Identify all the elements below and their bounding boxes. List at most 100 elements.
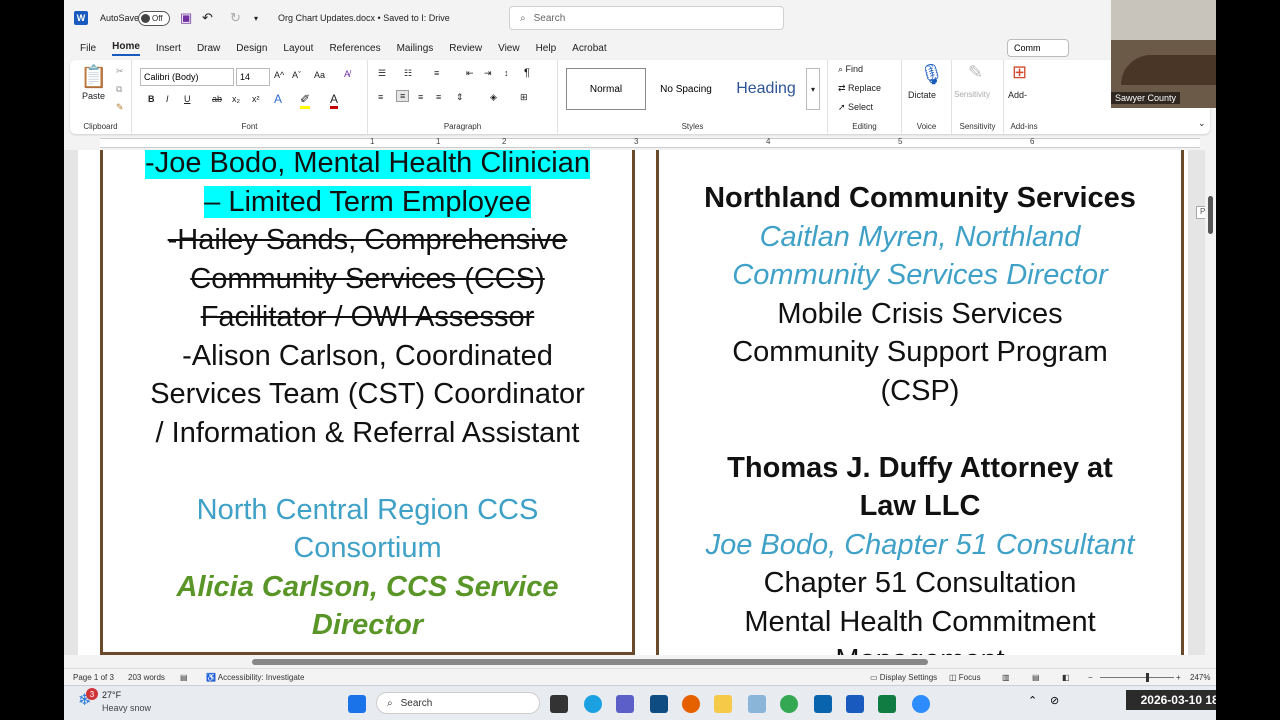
align-left-icon[interactable]: ≡: [378, 92, 383, 102]
superscript-button[interactable]: x²: [252, 94, 260, 104]
strikethrough-button[interactable]: ab: [212, 94, 222, 104]
tab-review[interactable]: Review: [449, 43, 482, 54]
firefox-icon[interactable]: [682, 695, 700, 713]
excel-icon[interactable]: [878, 695, 896, 713]
font-name-select[interactable]: Calibri (Body): [140, 68, 234, 86]
shrink-font-button[interactable]: Aˇ: [292, 70, 301, 80]
tab-acrobat[interactable]: Acrobat: [572, 43, 606, 54]
redo-icon[interactable]: ↻: [230, 0, 241, 36]
bullets-icon[interactable]: ☰: [378, 68, 386, 79]
tab-insert[interactable]: Insert: [156, 43, 181, 54]
file-explorer-icon[interactable]: [714, 695, 732, 713]
grow-font-button[interactable]: A^: [274, 70, 284, 80]
underline-button[interactable]: U: [184, 94, 191, 104]
addins-button-label[interactable]: Add-: [1008, 90, 1027, 100]
print-layout-icon[interactable]: ▤: [1032, 673, 1040, 682]
vertical-scrollbar[interactable]: [1205, 150, 1216, 655]
tab-layout[interactable]: Layout: [283, 43, 313, 54]
proofing-icon[interactable]: ▤: [180, 673, 188, 682]
tab-draw[interactable]: Draw: [197, 43, 220, 54]
zoom-out-icon[interactable]: −: [1088, 673, 1093, 682]
snipping-tool-icon[interactable]: [748, 695, 766, 713]
word-count[interactable]: 203 words: [128, 673, 165, 682]
sensitivity-icon[interactable]: ✎: [968, 62, 983, 83]
zoom-slider[interactable]: [1100, 677, 1174, 678]
format-painter-icon[interactable]: ✎: [116, 102, 124, 113]
zoom-app-icon[interactable]: [912, 695, 930, 713]
addins-icon[interactable]: ⊞: [1012, 62, 1027, 83]
highlight-color-icon[interactable]: ✐: [300, 92, 311, 109]
multilevel-list-icon[interactable]: ≡: [434, 68, 439, 78]
font-color-icon[interactable]: A: [330, 92, 339, 109]
increase-indent-icon[interactable]: ⇥: [484, 68, 492, 79]
line-spacing-icon[interactable]: ⇕: [456, 92, 464, 103]
accessibility-status[interactable]: ♿ Accessibility: Investigate: [206, 673, 304, 682]
borders-icon[interactable]: ⊞: [520, 92, 528, 103]
italic-button[interactable]: I: [166, 94, 169, 104]
display-settings[interactable]: ▭ Display Settings: [870, 673, 937, 682]
start-icon[interactable]: [348, 695, 366, 713]
page-count[interactable]: Page 1 of 3: [73, 673, 114, 682]
edge-icon[interactable]: [584, 695, 602, 713]
temperature[interactable]: 27°F: [102, 690, 121, 700]
cut-icon[interactable]: ✂: [116, 66, 124, 77]
font-size-select[interactable]: 14: [236, 68, 270, 86]
document-area[interactable]: -Joe Bodo, Mental Health Clinician – Lim…: [64, 150, 1205, 655]
read-mode-icon[interactable]: ▥: [1002, 673, 1010, 682]
tab-file[interactable]: File: [80, 43, 96, 54]
outlook-icon[interactable]: [814, 695, 832, 713]
subscript-button[interactable]: x₂: [232, 94, 240, 104]
customize-qat-icon[interactable]: ▾: [254, 0, 258, 36]
styles-more-icon[interactable]: ▾: [806, 68, 820, 110]
find-button[interactable]: ⌕ Find: [838, 64, 863, 75]
sensitivity-button-label[interactable]: Sensitivity: [954, 90, 990, 99]
weather-condition[interactable]: Heavy snow: [102, 703, 151, 713]
network-icon[interactable]: ⊘: [1050, 694, 1059, 707]
tab-references[interactable]: References: [329, 43, 380, 54]
web-layout-icon[interactable]: ◧: [1062, 673, 1070, 682]
copy-icon[interactable]: ⧉: [116, 84, 122, 95]
show-formatting-icon[interactable]: ¶: [524, 67, 530, 79]
microphone-icon[interactable]: 🎙: [919, 62, 944, 87]
sort-icon[interactable]: ↕: [504, 68, 509, 78]
undo-icon[interactable]: ↶: [202, 0, 213, 36]
taskbar-search[interactable]: ⌕ Search: [376, 692, 540, 714]
bold-button[interactable]: B: [148, 94, 155, 104]
save-icon[interactable]: ▣: [180, 0, 192, 36]
text-effects-icon[interactable]: A: [274, 92, 282, 106]
show-hidden-icons[interactable]: ⌃: [1028, 694, 1037, 707]
change-case-button[interactable]: Aa: [314, 70, 325, 80]
tab-mailings[interactable]: Mailings: [397, 43, 434, 54]
focus-mode[interactable]: ◫ Focus: [949, 673, 981, 682]
align-center-icon[interactable]: ≡: [396, 90, 410, 102]
document-page[interactable]: -Joe Bodo, Mental Health Clinician – Lim…: [78, 150, 1188, 655]
tab-help[interactable]: Help: [536, 43, 557, 54]
style-heading[interactable]: Heading: [726, 68, 806, 110]
decrease-indent-icon[interactable]: ⇤: [466, 68, 474, 79]
horizontal-scrollbar[interactable]: [78, 656, 1202, 668]
search-box[interactable]: ⌕ Search: [509, 6, 784, 30]
align-right-icon[interactable]: ≡: [418, 92, 423, 102]
justify-icon[interactable]: ≡: [436, 92, 441, 102]
shading-icon[interactable]: ◈: [490, 92, 497, 103]
style-normal[interactable]: Normal: [566, 68, 646, 110]
comments-button[interactable]: Comm: [1007, 39, 1069, 57]
document-title[interactable]: Org Chart Updates.docx • Saved to I: Dri…: [278, 0, 450, 36]
horizontal-scroll-thumb[interactable]: [252, 659, 928, 665]
teams-icon[interactable]: [616, 695, 634, 713]
replace-button[interactable]: ⇄ Replace: [838, 83, 881, 94]
autosave-toggle[interactable]: Off: [138, 0, 170, 36]
paste-icon[interactable]: 📋: [80, 64, 107, 90]
tab-home[interactable]: Home: [112, 41, 140, 56]
vertical-scroll-thumb[interactable]: [1208, 196, 1213, 234]
dictate-label[interactable]: Dictate: [908, 90, 936, 100]
chrome-icon[interactable]: [780, 695, 798, 713]
tab-view[interactable]: View: [498, 43, 520, 54]
paste-label[interactable]: Paste: [82, 91, 105, 101]
numbering-icon[interactable]: ☷: [404, 68, 412, 79]
zoom-level[interactable]: 247%: [1190, 673, 1210, 682]
clear-formatting-icon[interactable]: A̸: [344, 69, 350, 79]
zoom-in-icon[interactable]: +: [1176, 673, 1181, 682]
word-taskbar-icon[interactable]: [846, 695, 864, 713]
select-button[interactable]: ➚ Select: [838, 102, 873, 113]
